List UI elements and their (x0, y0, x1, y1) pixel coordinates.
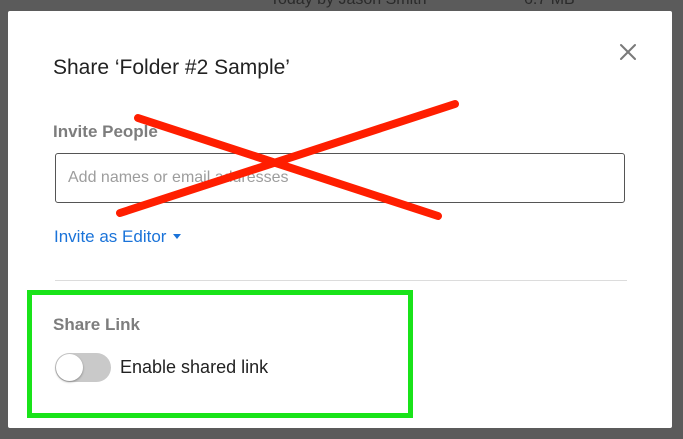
dialog-title: Share ‘Folder #2 Sample’ (53, 56, 290, 79)
toggle-knob (56, 354, 83, 381)
invite-role-dropdown[interactable]: Invite as Editor (54, 227, 182, 247)
background-file-row: Today by Jason Smith 6.7 MB (270, 0, 575, 9)
invite-people-input[interactable] (55, 153, 625, 203)
invite-role-label: Invite as Editor (54, 227, 167, 246)
section-divider (55, 280, 627, 281)
shared-link-toggle-label: Enable shared link (120, 357, 269, 377)
share-link-label: Share Link (53, 315, 140, 334)
background-row-text: Today by Jason Smith (270, 0, 427, 8)
shared-link-toggle[interactable] (55, 353, 111, 382)
invite-people-label: Invite People (53, 122, 158, 141)
caret-down-icon (173, 234, 182, 240)
background-row-size: 6.7 MB (524, 0, 575, 9)
share-dialog: Share ‘Folder #2 Sample’ Invite People I… (8, 11, 672, 428)
close-icon[interactable] (615, 39, 641, 65)
